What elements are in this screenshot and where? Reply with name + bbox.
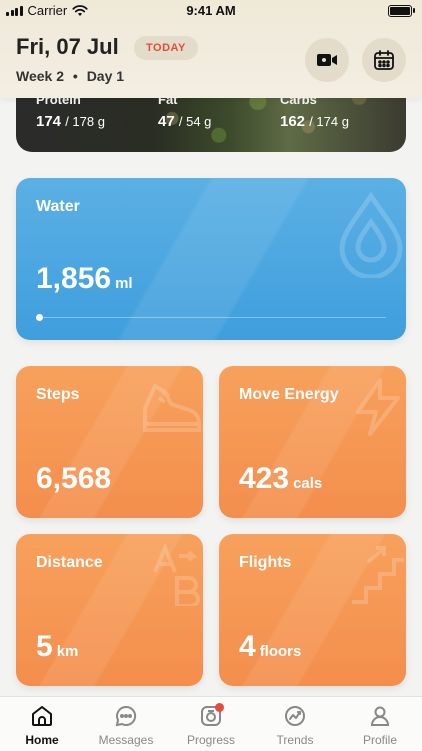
carbs-label: Carbs — [280, 98, 317, 107]
carbs-target: / 174 g — [309, 114, 349, 129]
a-to-b-icon — [153, 544, 200, 606]
video-camera-icon — [317, 54, 337, 66]
home-icon — [32, 706, 52, 726]
week-label: Week 2 — [16, 68, 64, 84]
battery-icon — [388, 5, 415, 17]
protein-label: Protein — [36, 98, 81, 107]
trend-chart-icon — [285, 706, 305, 726]
clock: 9:41 AM — [186, 3, 236, 18]
fat-label: Fat — [158, 98, 178, 107]
week-day-label: Week 2 • Day 1 — [16, 68, 124, 84]
distance-title: Distance — [36, 554, 103, 571]
move-energy-card[interactable]: Move Energy 423 cals — [219, 366, 406, 518]
distance-unit: km — [56, 643, 79, 660]
tab-trends[interactable]: Trends — [253, 703, 337, 747]
flights-amount: 4 floors — [239, 630, 301, 664]
flights-title: Flights — [239, 554, 292, 571]
protein-value: 174 — [36, 113, 62, 130]
dashboard-scroll[interactable]: Protein 174 / 178 g Fat 47 / 54 g Carbs … — [0, 98, 422, 696]
distance-amount: 5 km — [36, 630, 78, 664]
macro-carbs: Carbs 162 / 174 g — [280, 98, 349, 130]
calendar-icon — [374, 50, 394, 70]
carbs-value: 162 — [280, 113, 306, 130]
tab-home[interactable]: Home — [0, 703, 84, 747]
tab-progress[interactable]: Progress — [169, 703, 253, 747]
calendar-button[interactable] — [362, 38, 406, 82]
tab-profile-label: Profile — [362, 733, 397, 747]
water-progress-track — [36, 317, 386, 318]
macros-card[interactable]: Protein 174 / 178 g Fat 47 / 54 g Carbs … — [16, 98, 406, 152]
flights-unit: floors — [259, 643, 302, 660]
steps-card[interactable]: Steps 6,568 — [16, 366, 203, 518]
move-energy-value: 423 — [239, 462, 290, 495]
status-bar: Carrier 9:41 AM — [0, 0, 422, 22]
tab-progress-label: Progress — [186, 733, 236, 747]
tab-home-label: Home — [25, 733, 59, 747]
move-energy-amount: 423 cals — [239, 462, 322, 496]
tab-messages[interactable]: Messages — [84, 703, 168, 747]
chat-bubble-icon — [115, 705, 137, 727]
move-energy-unit: cals — [293, 475, 323, 492]
water-value: 1,856 — [36, 262, 112, 295]
water-progress-handle[interactable] — [36, 314, 43, 321]
day-header: Carrier 9:41 AM Fri, 07 Jul TODAY Week 2… — [0, 0, 422, 98]
water-card[interactable]: Water 1,856 ml — [16, 178, 406, 340]
water-title: Water — [36, 198, 80, 215]
water-amount: 1,856 ml — [36, 262, 133, 296]
notification-badge — [215, 703, 224, 712]
lightning-icon — [356, 378, 400, 436]
water-unit: ml — [115, 275, 133, 292]
steps-title: Steps — [36, 386, 80, 403]
sneaker-icon — [143, 383, 201, 432]
person-icon — [370, 706, 390, 726]
macro-fat: Fat 47 / 54 g — [158, 98, 211, 130]
tab-profile[interactable]: Profile — [338, 703, 422, 747]
today-badge[interactable]: TODAY — [134, 36, 198, 60]
move-energy-title: Move Energy — [239, 386, 339, 403]
distance-card[interactable]: Distance 5 km — [16, 534, 203, 686]
fat-value: 47 — [158, 113, 175, 130]
video-button[interactable] — [305, 38, 349, 82]
water-drop-icon — [339, 192, 403, 278]
fat-target: / 54 g — [178, 114, 212, 129]
steps-value: 6,568 — [36, 462, 112, 495]
day-label: Day 1 — [86, 68, 125, 84]
stairs-icon — [352, 546, 404, 604]
protein-target: / 178 g — [65, 114, 105, 129]
macro-protein: Protein 174 / 178 g — [36, 98, 105, 130]
flights-card[interactable]: Flights 4 floors — [219, 534, 406, 686]
tab-trends-label: Trends — [276, 733, 314, 747]
separator-dot: • — [72, 68, 78, 84]
steps-amount: 6,568 — [36, 462, 111, 496]
tab-bar: Home Messages Progress Trends Profile — [0, 696, 422, 751]
flights-value: 4 — [239, 630, 256, 663]
tab-messages-label: Messages — [98, 733, 154, 747]
distance-value: 5 — [36, 630, 53, 663]
page-title: Fri, 07 Jul — [16, 34, 119, 59]
